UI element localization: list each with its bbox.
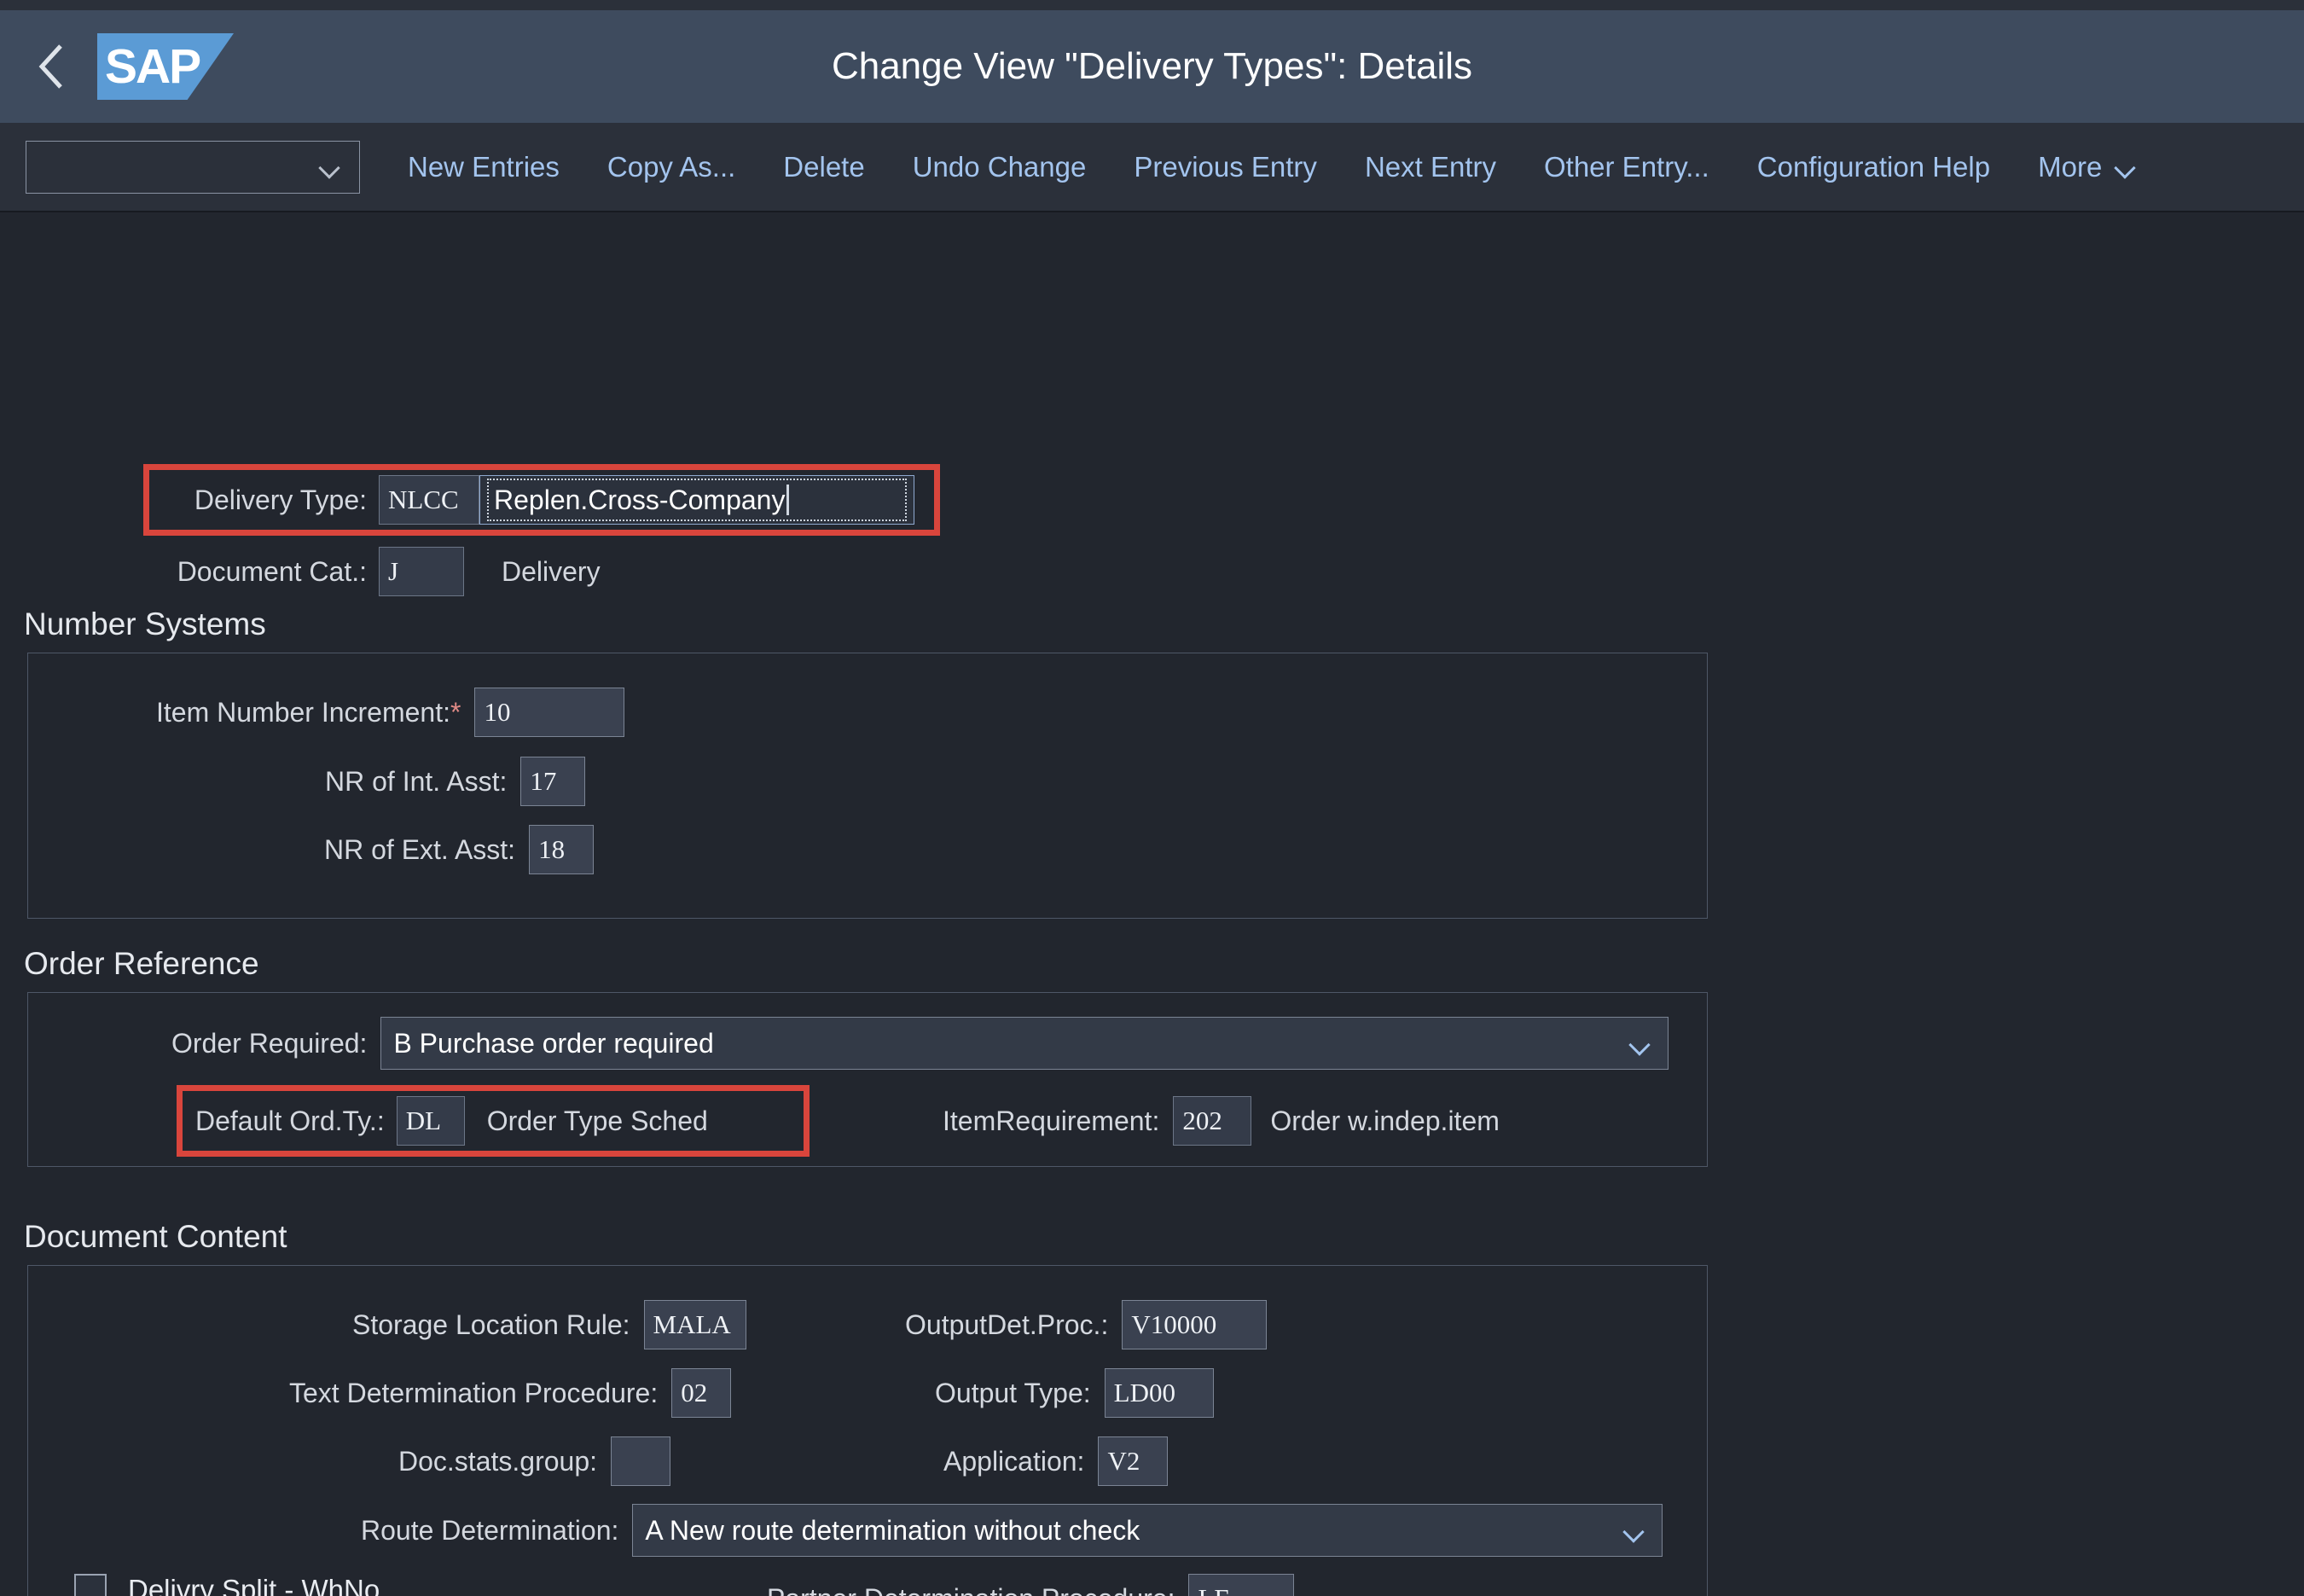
storage-location-rule-label: Storage Location Rule: xyxy=(352,1309,630,1340)
order-reference-section: Order Reference Order Required: B Purcha… xyxy=(0,946,1710,1167)
nr-int-asst-field[interactable]: 17 xyxy=(520,757,586,806)
delivery-type-description-value: Replen.Cross-Company xyxy=(494,484,786,515)
delivery-type-key-field[interactable]: NLCC xyxy=(379,475,479,525)
route-determination-dropdown[interactable]: A New route determination without check xyxy=(632,1504,1663,1557)
item-requirement-description: Order w.indep.item xyxy=(1270,1105,1500,1136)
chevron-down-icon xyxy=(320,160,342,173)
output-type-row: Output Type: LD00 xyxy=(935,1368,1214,1418)
storage-location-rule-row: Storage Location Rule: MALA xyxy=(352,1300,746,1349)
chevron-down-icon xyxy=(1630,1037,1652,1050)
nr-ext-asst-row: NR of Ext. Asst: 18 xyxy=(324,825,595,874)
order-reference-title: Order Reference xyxy=(24,946,259,981)
chevron-down-icon xyxy=(1624,1524,1646,1537)
new-entries-button[interactable]: New Entries xyxy=(408,151,560,183)
more-label: More xyxy=(2038,150,2103,183)
application-label: Application: xyxy=(943,1445,1085,1477)
window-top-strip xyxy=(0,0,2304,10)
order-required-row: Order Required: B Purchase order require… xyxy=(171,1017,1669,1070)
order-reference-panel: Order Required: B Purchase order require… xyxy=(27,992,1708,1167)
doc-stats-group-field[interactable] xyxy=(611,1436,670,1486)
number-systems-title: Number Systems xyxy=(24,606,266,641)
view-selector-dropdown[interactable] xyxy=(26,140,360,194)
document-content-title: Document Content xyxy=(24,1219,287,1254)
checkbox-box[interactable] xyxy=(74,1574,107,1596)
other-entry-button[interactable]: Other Entry... xyxy=(1544,151,1709,183)
document-content-section: Document Content Storage Location Rule: … xyxy=(0,1219,1710,1596)
item-requirement-key-field[interactable]: 202 xyxy=(1173,1096,1252,1146)
sap-logo: SAP xyxy=(97,33,234,100)
doc-stats-group-label: Doc.stats.group: xyxy=(398,1445,597,1477)
doc-stats-group-row: Doc.stats.group: xyxy=(398,1436,670,1486)
item-number-increment-field[interactable]: 10 xyxy=(474,688,625,737)
partner-determination-row: Partner Determination Procedure: LF xyxy=(767,1574,1295,1596)
back-button[interactable] xyxy=(24,39,78,94)
document-cat-description: Delivery xyxy=(502,555,601,587)
item-requirement-row: ItemRequirement: 202 Order w.indep.item xyxy=(943,1096,1500,1146)
storage-location-rule-field[interactable]: MALA xyxy=(643,1300,746,1349)
output-det-proc-row: OutputDet.Proc.: V10000 xyxy=(905,1300,1268,1349)
chevron-left-icon xyxy=(37,43,66,90)
route-determination-row: Route Determination: A New route determi… xyxy=(361,1504,1663,1557)
delete-button[interactable]: Delete xyxy=(783,151,864,183)
default-ord-ty-key-field[interactable]: DL xyxy=(396,1096,465,1146)
document-category-row: Document Cat.: J Delivery xyxy=(150,547,601,596)
partner-determination-field[interactable]: LF xyxy=(1188,1574,1295,1596)
checkbox-label: Delivry Split - WhNo xyxy=(128,1574,380,1596)
item-requirement-label: ItemRequirement: xyxy=(943,1105,1160,1136)
more-button[interactable]: More xyxy=(2038,151,2138,183)
default-order-type-row: Default Ord.Ty.: DL Order Type Sched xyxy=(195,1096,708,1146)
output-type-label: Output Type: xyxy=(935,1377,1091,1408)
delivery-type-row: Delivery Type: NLCC Replen.Cross-Company xyxy=(162,475,914,525)
document-cat-key-field[interactable]: J xyxy=(379,547,464,596)
output-det-proc-label: OutputDet.Proc.: xyxy=(905,1309,1109,1340)
item-number-increment-label: Item Number Increment:* xyxy=(156,696,461,728)
nr-ext-asst-field[interactable]: 18 xyxy=(529,825,595,874)
undo-change-button[interactable]: Undo Change xyxy=(913,151,1087,183)
delivery-type-label: Delivery Type: xyxy=(194,484,367,515)
nr-int-asst-row: NR of Int. Asst: 17 xyxy=(325,757,586,806)
text-determination-row: Text Determination Procedure: 02 xyxy=(289,1368,732,1418)
default-ord-ty-label: Default Ord.Ty.: xyxy=(195,1105,385,1136)
checkbox-delivery-split-whno[interactable]: Delivry Split - WhNo xyxy=(74,1574,380,1596)
document-cat-label: Document Cat.: xyxy=(177,555,367,587)
route-determination-value: A New route determination without check xyxy=(645,1514,1140,1546)
text-determination-label: Text Determination Procedure: xyxy=(289,1377,659,1408)
document-content-panel: Storage Location Rule: MALA Text Determi… xyxy=(27,1265,1708,1596)
nr-int-asst-label: NR of Int. Asst: xyxy=(325,765,508,797)
application-field[interactable]: V2 xyxy=(1098,1436,1169,1486)
text-cursor xyxy=(786,485,790,515)
output-type-field[interactable]: LD00 xyxy=(1104,1368,1214,1418)
partner-determination-label: Partner Determination Procedure: xyxy=(767,1583,1175,1596)
copy-as-button[interactable]: Copy As... xyxy=(607,151,735,183)
order-required-label: Order Required: xyxy=(171,1027,368,1059)
toolbar: New Entries Copy As... Delete Undo Chang… xyxy=(0,123,2304,212)
text-determination-field[interactable]: 02 xyxy=(671,1368,732,1418)
page-title: Change View "Delivery Types": Details xyxy=(831,45,1473,87)
number-systems-section: Number Systems Item Number Increment:* 1… xyxy=(0,606,1710,919)
app-header: SAP Change View "Delivery Types": Detail… xyxy=(0,10,2304,123)
configuration-help-button[interactable]: Configuration Help xyxy=(1757,151,1990,183)
previous-entry-button[interactable]: Previous Entry xyxy=(1134,151,1317,183)
item-number-increment-row: Item Number Increment:* 10 xyxy=(156,688,625,737)
application-row: Application: V2 xyxy=(943,1436,1169,1486)
number-systems-panel: Item Number Increment:* 10 NR of Int. As… xyxy=(27,653,1708,919)
nr-ext-asst-label: NR of Ext. Asst: xyxy=(324,833,516,865)
chevron-down-icon xyxy=(2115,160,2138,173)
route-determination-label: Route Determination: xyxy=(361,1514,619,1546)
delivery-type-description-field[interactable]: Replen.Cross-Company xyxy=(479,475,914,525)
next-entry-button[interactable]: Next Entry xyxy=(1365,151,1496,183)
order-required-dropdown[interactable]: B Purchase order required xyxy=(380,1017,1669,1070)
order-required-value: B Purchase order required xyxy=(393,1027,714,1059)
required-asterisk: * xyxy=(450,696,461,728)
default-ord-ty-description: Order Type Sched xyxy=(486,1105,708,1136)
sap-logo-text: SAP xyxy=(105,39,201,94)
output-det-proc-field[interactable]: V10000 xyxy=(1122,1300,1268,1349)
